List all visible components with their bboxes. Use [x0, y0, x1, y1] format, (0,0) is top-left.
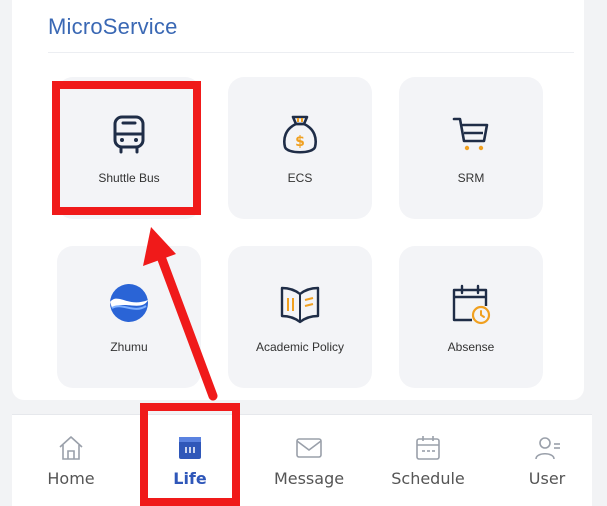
bus-icon	[113, 115, 145, 154]
money-bag-icon: $	[283, 115, 317, 154]
tab-user[interactable]: User	[502, 415, 592, 506]
tab-label: User	[528, 469, 566, 488]
service-tile-srm[interactable]: SRM	[399, 77, 543, 219]
user-icon	[535, 437, 560, 460]
tab-label: Message	[273, 469, 345, 488]
section-title: MicroService	[48, 14, 178, 39]
tab-message[interactable]: Message	[264, 415, 354, 506]
service-label: Absense	[447, 340, 495, 354]
book-icon	[280, 286, 320, 324]
service-label: Shuttle Bus	[98, 171, 160, 185]
tab-label: Life	[173, 469, 207, 488]
tab-label: Home	[47, 469, 95, 488]
shopping-cart-icon	[452, 117, 489, 151]
home-icon	[59, 436, 83, 460]
tab-label: Schedule	[391, 469, 465, 488]
tab-life[interactable]: Life	[145, 415, 235, 506]
service-tile-absense[interactable]: Absense	[399, 246, 543, 388]
service-tile-academic-policy[interactable]: Academic Policy	[228, 246, 372, 388]
calendar-clock-icon	[452, 284, 491, 325]
zhumu-logo-icon	[110, 284, 148, 322]
service-label: Zhumu	[110, 340, 148, 354]
life-icon	[179, 437, 201, 459]
service-tile-shuttle-bus[interactable]: Shuttle Bus	[57, 77, 201, 219]
tab-home[interactable]: Home	[26, 415, 116, 506]
section-divider	[48, 52, 574, 53]
tab-schedule[interactable]: Schedule	[383, 415, 473, 506]
service-tile-zhumu[interactable]: Zhumu	[57, 246, 201, 388]
schedule-icon	[416, 436, 440, 460]
service-label: Academic Policy	[255, 340, 345, 354]
bottom-tab-bar: Home Life Message Schedule User	[12, 414, 592, 506]
service-label: ECS	[287, 171, 313, 185]
service-label: SRM	[457, 171, 485, 185]
message-icon	[296, 438, 322, 458]
svg-text:$: $	[295, 134, 305, 150]
service-tile-ecs[interactable]: $ ECS	[228, 77, 372, 219]
